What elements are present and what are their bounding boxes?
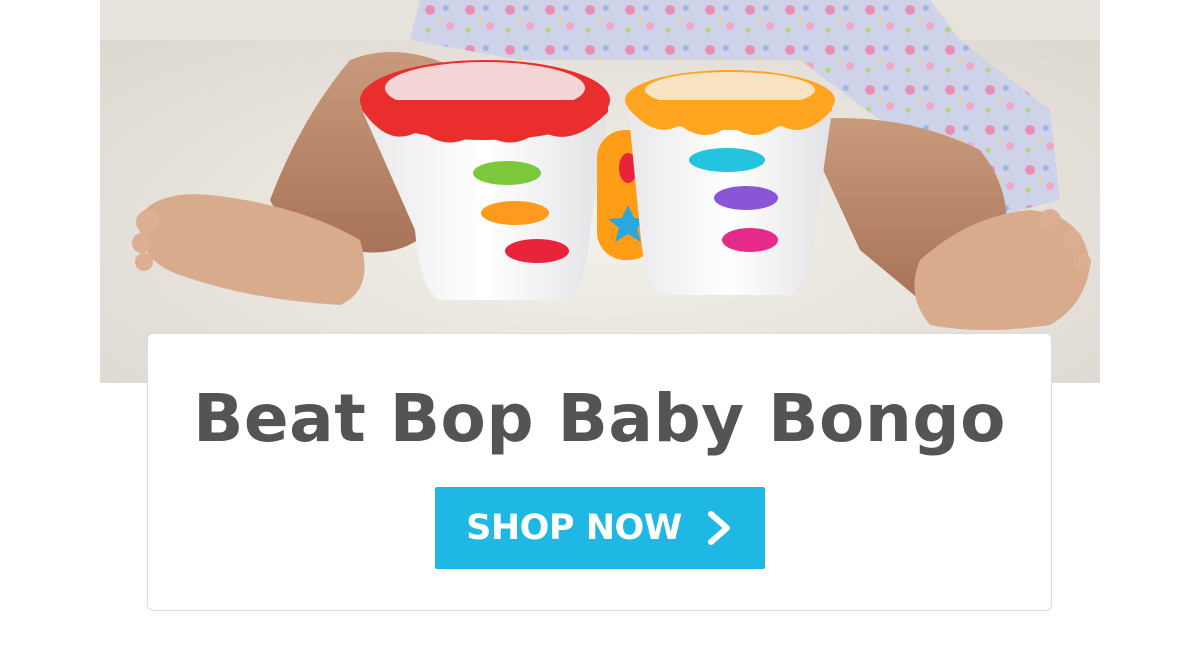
product-title: Beat Bop Baby Bongo — [193, 380, 1006, 457]
hero-image — [100, 0, 1100, 383]
shop-now-button[interactable]: SHOP NOW — [435, 487, 765, 569]
product-banner-card: Beat Bop Baby Bongo SHOP NOW — [147, 333, 1052, 611]
chevron-right-icon — [704, 511, 734, 545]
shop-now-label: SHOP NOW — [466, 508, 682, 548]
